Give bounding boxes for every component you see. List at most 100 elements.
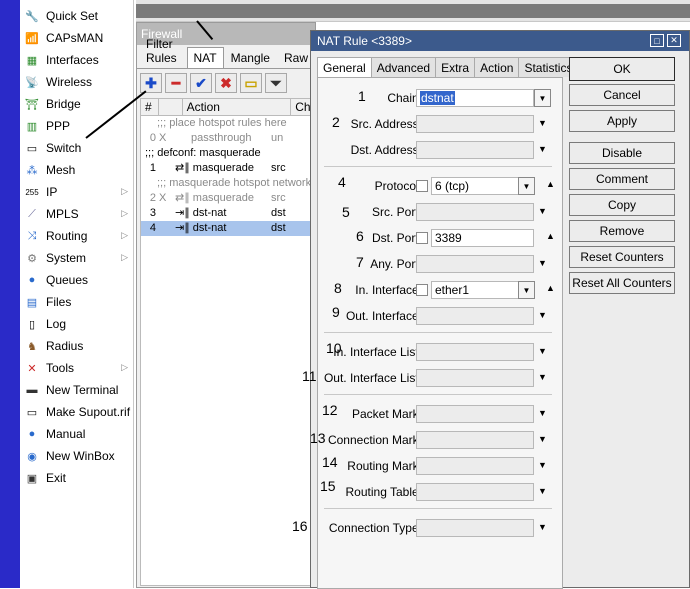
tab-advanced[interactable]: Advanced <box>370 57 437 77</box>
expand-arrow-icon[interactable]: ▼ <box>538 522 547 532</box>
menu-item-ip[interactable]: 255 IP ▷ <box>20 181 134 203</box>
src-address-input[interactable] <box>416 115 534 133</box>
menu-item-capsman[interactable]: 📶 CAPsMAN <box>20 27 134 49</box>
routing-table-input[interactable] <box>416 483 534 501</box>
tab-filter-rules[interactable]: Filter Rules <box>139 33 187 68</box>
maximize-icon[interactable]: □ <box>650 34 664 47</box>
any-port-input[interactable] <box>416 255 534 273</box>
expand-arrow-icon[interactable]: ▼ <box>538 206 547 216</box>
menu-item-radius[interactable]: ♞ Radius <box>20 335 134 357</box>
table-row-comment[interactable]: ;;; masquerade hotspot network <box>141 176 315 191</box>
menu-item-files[interactable]: ▤ Files <box>20 291 134 313</box>
remove-button[interactable]: ━ <box>165 73 187 93</box>
protocol-negate-checkbox[interactable] <box>416 180 428 192</box>
column-action[interactable]: Action <box>183 99 292 115</box>
menu-item-queues[interactable]: ● Queues <box>20 269 134 291</box>
expand-arrow-icon[interactable]: ▼ <box>538 408 547 418</box>
menu-item-mesh[interactable]: ⁂ Mesh <box>20 159 134 181</box>
out-interface-input[interactable] <box>416 307 534 325</box>
expand-arrow-icon[interactable]: ▼ <box>538 144 547 154</box>
expand-arrow-icon[interactable]: ▼ <box>538 118 547 128</box>
row-number: 0 <box>149 132 156 144</box>
apply-button[interactable]: Apply <box>569 110 675 132</box>
column-flags[interactable] <box>159 99 183 115</box>
chain-dropdown-button[interactable]: ▼ <box>534 89 551 107</box>
column-number[interactable]: # <box>141 99 159 115</box>
menu-item-ppp[interactable]: ▥ PPP <box>20 115 134 137</box>
table-row[interactable]: 2 X ⇄∥ masquerade src <box>141 191 315 206</box>
disable-button[interactable]: ✖ <box>215 73 237 93</box>
filter-button[interactable]: ⏷ <box>265 73 287 93</box>
disable-rule-button[interactable]: Disable <box>569 142 675 164</box>
collapse-arrow-icon[interactable]: ▲ <box>546 283 555 293</box>
dst-port-input[interactable]: 3389 <box>431 229 534 247</box>
menu-item-log[interactable]: ▯ Log <box>20 313 134 335</box>
connection-type-input[interactable] <box>416 519 534 537</box>
in-interface-list-input[interactable] <box>416 343 534 361</box>
expand-arrow-icon[interactable]: ▼ <box>538 460 547 470</box>
expand-arrow-icon[interactable]: ▼ <box>538 258 547 268</box>
menu-item-make-supout[interactable]: ▭ Make Supout.rif <box>20 401 134 423</box>
table-row[interactable]: 3 ⇥∥ dst-nat dst <box>141 206 315 221</box>
expand-arrow-icon[interactable]: ▼ <box>538 372 547 382</box>
remove-rule-button[interactable]: Remove <box>569 220 675 242</box>
protocol-dropdown-button[interactable]: ▼ <box>518 177 535 195</box>
dialog-titlebar[interactable]: NAT Rule <3389> □ ✕ <box>311 31 689 51</box>
enable-button[interactable]: ✔ <box>190 73 212 93</box>
menu-label: PPP <box>46 119 71 133</box>
expand-arrow-icon[interactable]: ▼ <box>538 486 547 496</box>
row-chain: dst <box>271 222 286 234</box>
connection-mark-input[interactable] <box>416 431 534 449</box>
table-row[interactable]: 1 ⇄∥ masquerade src <box>141 161 315 176</box>
in-interface-negate-checkbox[interactable] <box>416 284 428 296</box>
menu-item-quick-set[interactable]: 🔧 Quick Set <box>20 5 134 27</box>
src-port-input[interactable] <box>416 203 534 221</box>
comment-rule-button[interactable]: Comment <box>569 168 675 190</box>
reset-counters-button[interactable]: Reset Counters <box>569 246 675 268</box>
menu-item-new-winbox[interactable]: ◉ New WinBox <box>20 445 134 467</box>
expand-arrow-icon[interactable]: ▼ <box>538 310 547 320</box>
dst-address-input[interactable] <box>416 141 534 159</box>
menu-item-system[interactable]: ⚙ System ▷ <box>20 247 134 269</box>
menu-label: Switch <box>46 141 82 155</box>
menu-item-manual[interactable]: ● Manual <box>20 423 134 445</box>
reset-all-counters-button[interactable]: Reset All Counters <box>569 272 675 294</box>
tab-action[interactable]: Action <box>474 57 520 77</box>
dst-port-negate-checkbox[interactable] <box>416 232 428 244</box>
menu-label: Quick Set <box>46 9 99 23</box>
table-row-selected[interactable]: 4 ⇥∥ dst-nat dst <box>141 221 315 236</box>
collapse-arrow-icon[interactable]: ▲ <box>546 231 555 241</box>
tab-mangle[interactable]: Mangle <box>224 47 277 68</box>
menu-item-routing[interactable]: ⤨ Routing ▷ <box>20 225 134 247</box>
copy-button[interactable]: Copy <box>569 194 675 216</box>
menu-item-exit[interactable]: ▣ Exit <box>20 467 134 489</box>
tab-nat[interactable]: NAT <box>186 47 224 68</box>
menu-item-new-terminal[interactable]: ▬ New Terminal <box>20 379 134 401</box>
menu-item-switch[interactable]: ▭ Switch <box>20 137 134 159</box>
table-row-comment[interactable]: ;;; place hotspot rules here <box>141 116 315 131</box>
routing-mark-input[interactable] <box>416 457 534 475</box>
close-icon[interactable]: ✕ <box>667 34 681 47</box>
table-row[interactable]: 0 X passthrough un <box>141 131 315 146</box>
tab-extra[interactable]: Extra <box>435 57 476 77</box>
masquerade-icon: ⇄∥ <box>175 192 193 204</box>
collapse-arrow-icon[interactable]: ▲ <box>546 179 555 189</box>
expand-arrow-icon[interactable]: ▼ <box>538 346 547 356</box>
menu-item-interfaces[interactable]: ▦ Interfaces <box>20 49 134 71</box>
table-row-comment[interactable]: ;;; defconf: masquerade <box>141 146 315 161</box>
out-interface-list-input[interactable] <box>416 369 534 387</box>
tools-icon: ✕ <box>27 362 37 375</box>
menu-item-tools[interactable]: ✕ Tools ▷ <box>20 357 134 379</box>
packet-mark-input[interactable] <box>416 405 534 423</box>
cancel-button[interactable]: Cancel <box>569 84 675 106</box>
tab-general[interactable]: General <box>317 57 372 77</box>
chain-input[interactable]: dstnat <box>416 89 534 107</box>
comment-button[interactable]: ▭ <box>240 73 262 93</box>
firewall-tabs: Filter Rules NAT Mangle Raw <box>137 37 315 69</box>
menu-item-wireless[interactable]: 📡 Wireless <box>20 71 134 93</box>
menu-item-mpls[interactable]: ⟋ MPLS ▷ <box>20 203 134 225</box>
ok-button[interactable]: OK <box>569 57 675 81</box>
in-interface-dropdown-button[interactable]: ▼ <box>518 281 535 299</box>
add-button[interactable]: ✚ <box>140 73 162 93</box>
expand-arrow-icon[interactable]: ▼ <box>538 434 547 444</box>
